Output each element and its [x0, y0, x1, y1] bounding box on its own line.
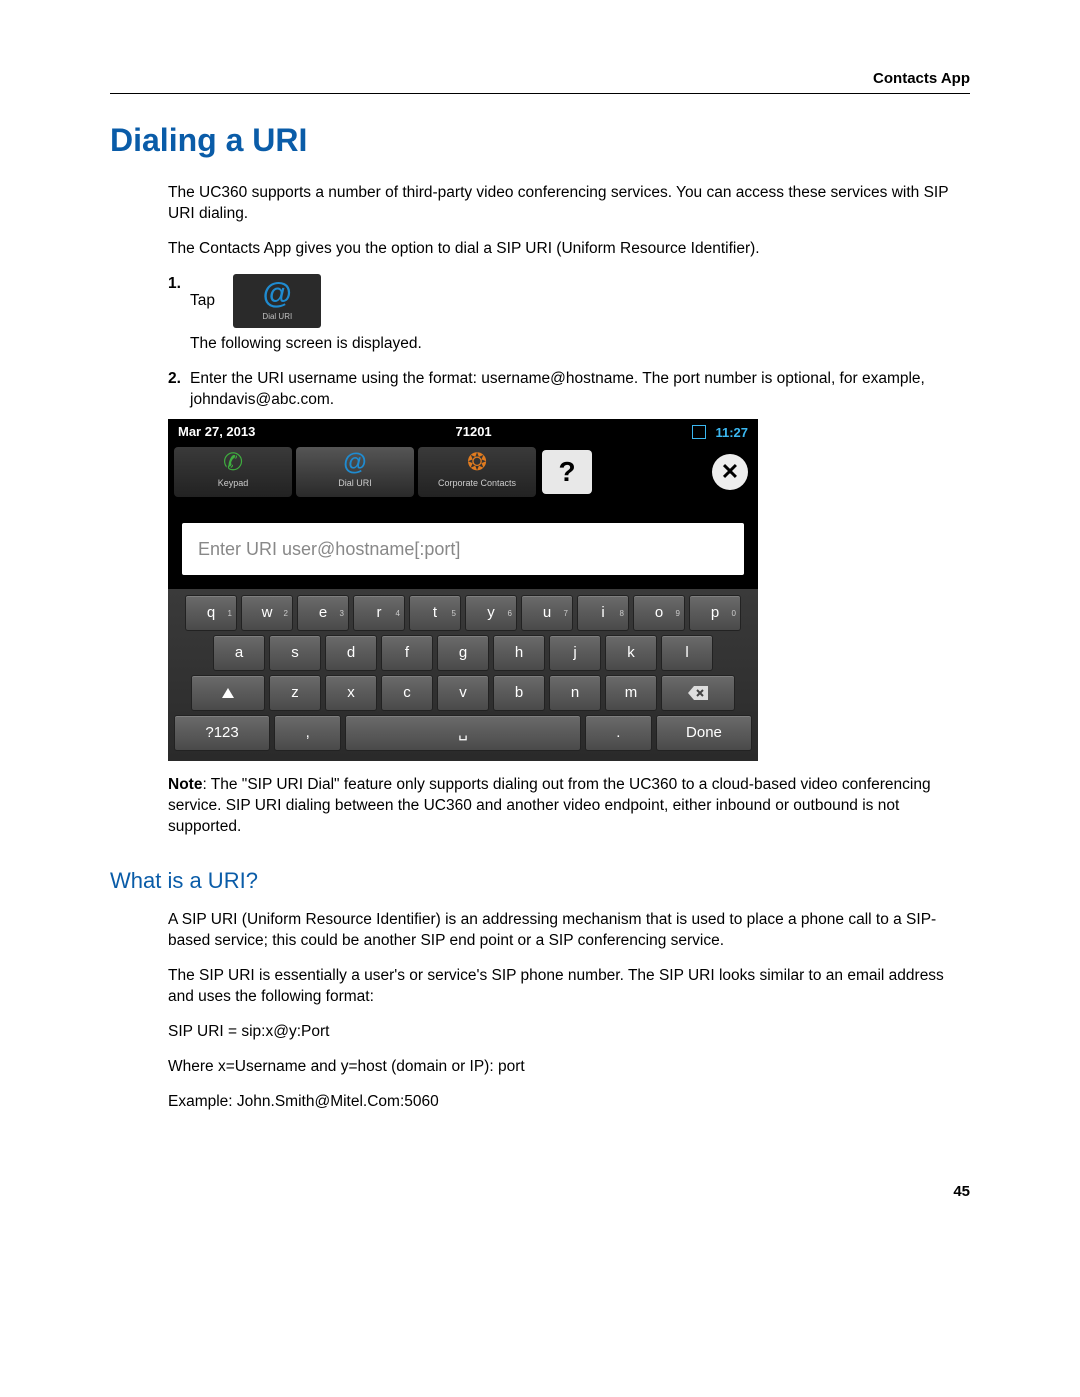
key-done[interactable]: Done	[656, 715, 752, 751]
uri-paragraph-4: Where x=Username and y=host (domain or I…	[168, 1057, 970, 1078]
key-u[interactable]: u7	[521, 595, 573, 631]
key-c[interactable]: c	[381, 675, 433, 711]
phone-icon: ✆	[174, 451, 292, 475]
key-h[interactable]: h	[493, 635, 545, 671]
expand-icon[interactable]	[692, 425, 706, 439]
on-screen-keyboard: q1w2e3r4t5y6u7i8o9p0 asdfghjkl zxcvbnm ?…	[168, 589, 758, 761]
app-tab-row: ✆ Keypad @ Dial URI ❂ Corporate Contacts…	[168, 445, 758, 501]
key-q[interactable]: q1	[185, 595, 237, 631]
header-section: Contacts App	[110, 70, 970, 94]
key-l[interactable]: l	[661, 635, 713, 671]
key-i[interactable]: i8	[577, 595, 629, 631]
note-text: The "SIP URI Dial" feature only supports…	[168, 776, 931, 835]
key-r[interactable]: r4	[353, 595, 405, 631]
step-1-after: The following screen is displayed.	[190, 334, 970, 355]
uri-paragraph-5: Example: John.Smith@Mitel.Com:5060	[168, 1092, 970, 1113]
dial-uri-icon-label: Dial URI	[233, 312, 321, 323]
close-button[interactable]: ✕	[712, 454, 748, 490]
device-screenshot: Mar 27, 2013 71201 11:27 ✆ Keypad @ Dial…	[168, 419, 758, 762]
intro-paragraph-1: The UC360 supports a number of third-par…	[168, 183, 970, 225]
key-z[interactable]: z	[269, 675, 321, 711]
step-1-text: Tap	[190, 292, 215, 309]
key-d[interactable]: d	[325, 635, 377, 671]
key-period[interactable]: .	[585, 715, 652, 751]
tab-keypad[interactable]: ✆ Keypad	[174, 447, 292, 497]
key-w[interactable]: w2	[241, 595, 293, 631]
step-1-number: 1.	[168, 274, 190, 295]
tab-dial-uri-label: Dial URI	[338, 478, 372, 488]
tab-corp-label: Corporate Contacts	[438, 478, 516, 488]
tab-corporate-contacts[interactable]: ❂ Corporate Contacts	[418, 447, 536, 497]
key-shift[interactable]	[191, 675, 265, 711]
key-t[interactable]: t5	[409, 595, 461, 631]
tab-keypad-label: Keypad	[218, 478, 249, 488]
key-f[interactable]: f	[381, 635, 433, 671]
kb-row-3: zxcvbnm	[172, 675, 754, 711]
kb-row-2: asdfghjkl	[172, 635, 754, 671]
key-v[interactable]: v	[437, 675, 489, 711]
tab-dial-uri[interactable]: @ Dial URI	[296, 447, 414, 497]
page-title: Dialing a URI	[110, 122, 970, 159]
subheading-what-is-uri: What is a URI?	[110, 868, 970, 894]
status-extension: 71201	[255, 423, 691, 441]
key-a[interactable]: a	[213, 635, 265, 671]
status-date: Mar 27, 2013	[178, 423, 255, 441]
step-1: 1. Tap @ Dial URI	[168, 274, 970, 328]
step-2-number: 2.	[168, 369, 190, 390]
kb-row-4: ?123,␣.Done	[172, 715, 754, 751]
key-y[interactable]: y6	[465, 595, 517, 631]
key-comma[interactable]: ,	[274, 715, 341, 751]
key-s[interactable]: s	[269, 635, 321, 671]
page-number: 45	[110, 1183, 970, 1200]
key-space[interactable]: ␣	[345, 715, 580, 751]
uri-input[interactable]: Enter URI user@hostname[:port]	[182, 523, 744, 575]
key-m[interactable]: m	[605, 675, 657, 711]
at-icon: @	[233, 274, 321, 312]
kb-row-1: q1w2e3r4t5y6u7i8o9p0	[172, 595, 754, 631]
key-e[interactable]: e3	[297, 595, 349, 631]
key-x[interactable]: x	[325, 675, 377, 711]
step-2: 2. Enter the URI username using the form…	[168, 369, 970, 411]
step-2-text: Enter the URI username using the format:…	[190, 369, 970, 411]
dial-uri-icon-button[interactable]: @ Dial URI	[233, 274, 321, 328]
help-button[interactable]: ?	[542, 450, 592, 494]
intro-paragraph-2: The Contacts App gives you the option to…	[168, 239, 970, 260]
key-k[interactable]: k	[605, 635, 657, 671]
key-p[interactable]: p0	[689, 595, 741, 631]
status-bar: Mar 27, 2013 71201 11:27	[168, 419, 758, 446]
key-n[interactable]: n	[549, 675, 601, 711]
globe-icon: ❂	[418, 451, 536, 475]
key-backspace[interactable]	[661, 675, 735, 711]
uri-paragraph-3: SIP URI = sip:x@y:Port	[168, 1022, 970, 1043]
key-j[interactable]: j	[549, 635, 601, 671]
uri-paragraph-2: The SIP URI is essentially a user's or s…	[168, 966, 970, 1008]
key-g[interactable]: g	[437, 635, 489, 671]
status-time: 11:27	[715, 425, 748, 440]
uri-paragraph-1: A SIP URI (Uniform Resource Identifier) …	[168, 910, 970, 952]
at-icon: @	[296, 451, 414, 475]
key-o[interactable]: o9	[633, 595, 685, 631]
key-symbols[interactable]: ?123	[174, 715, 270, 751]
key-b[interactable]: b	[493, 675, 545, 711]
note-paragraph: Note: The "SIP URI Dial" feature only su…	[168, 775, 970, 838]
